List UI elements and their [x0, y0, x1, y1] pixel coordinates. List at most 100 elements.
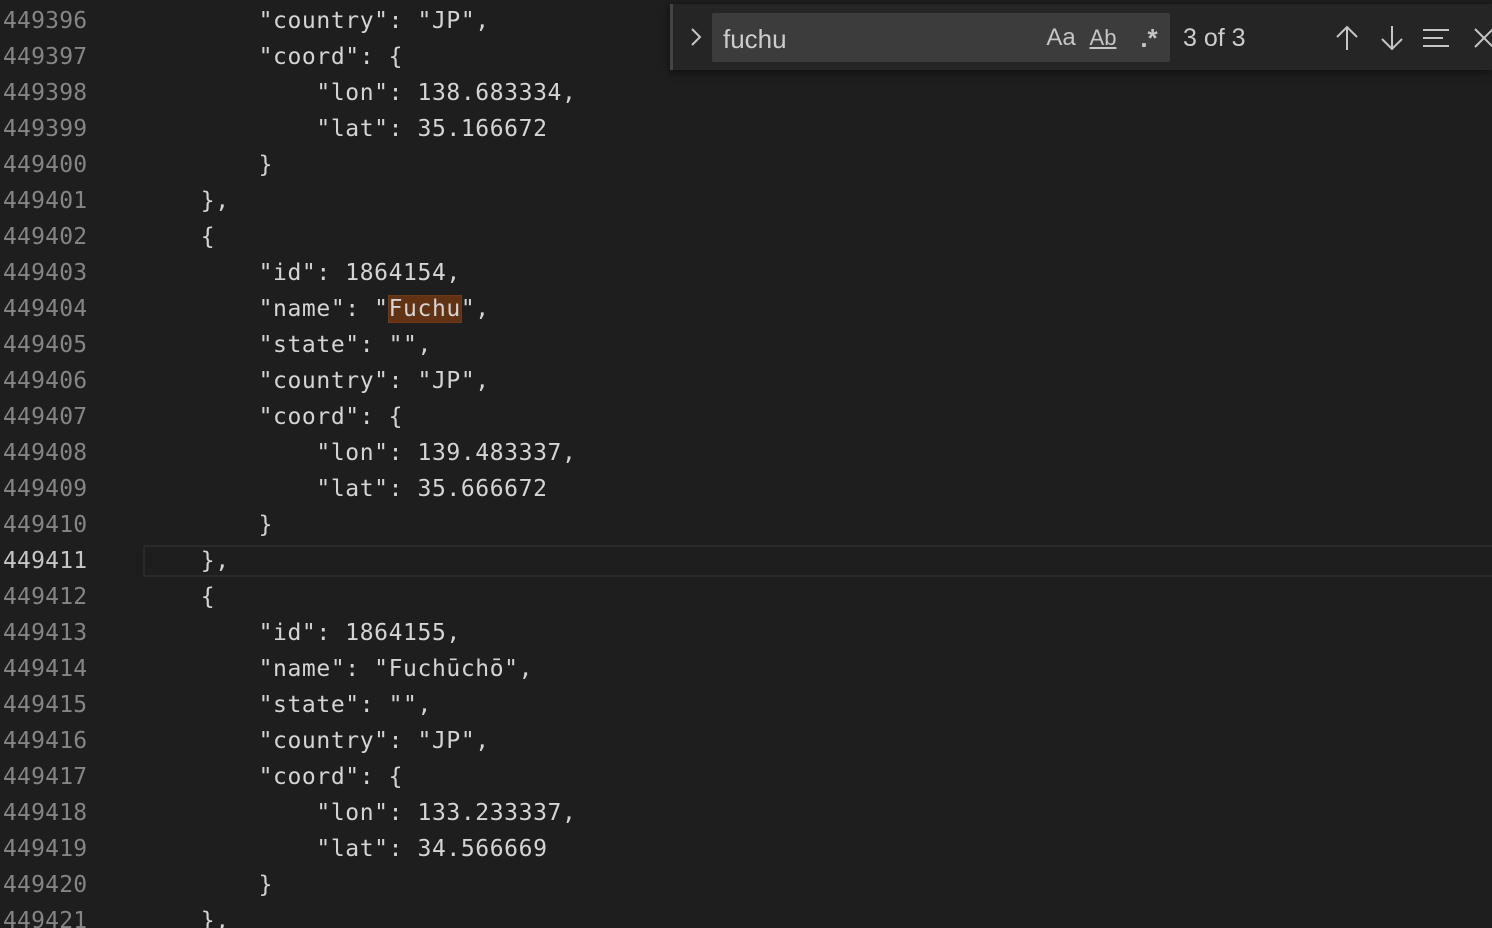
line-text: }	[143, 512, 274, 538]
line-text: "lat": 35.666672	[143, 476, 548, 502]
editor-line[interactable]: 449421 },	[0, 903, 1492, 928]
match-count: 3 of 3	[1183, 24, 1246, 52]
editor-line[interactable]: 449400 }	[0, 147, 1492, 183]
line-number: 449407	[3, 404, 88, 430]
editor-line[interactable]: 449409 "lat": 35.666672	[0, 471, 1492, 507]
line-text: "state": "",	[143, 332, 432, 358]
line-number: 449401	[3, 188, 88, 214]
line-number: 449416	[3, 728, 88, 754]
line-text: "id": 1864154,	[143, 260, 461, 286]
find-input[interactable]: fuchu Aa Ab .*	[712, 13, 1170, 62]
editor-line[interactable]: 449419 "lat": 34.566669	[0, 831, 1492, 867]
line-text: "coord": {	[143, 404, 404, 430]
line-text: "lon": 138.683334,	[143, 80, 577, 106]
regex-icon: .*	[1140, 23, 1158, 53]
line-number: 449419	[3, 836, 88, 862]
match-case-toggle[interactable]: Aa	[1043, 23, 1079, 53]
line-number: 449421	[3, 908, 88, 928]
editor-line[interactable]: 449399 "lat": 35.166672	[0, 111, 1492, 147]
regex-toggle[interactable]: .*	[1131, 23, 1167, 53]
next-match-button[interactable]	[1376, 22, 1408, 54]
line-number: 449398	[3, 80, 88, 106]
arrow-down-icon	[1381, 26, 1403, 51]
close-find-button[interactable]	[1468, 22, 1492, 54]
line-text: "name": "Fuchūchō",	[143, 656, 534, 682]
line-text: "country": "JP",	[143, 8, 490, 34]
line-text-after: ",	[460, 296, 490, 322]
editor-line[interactable]: 449407 "coord": {	[0, 399, 1492, 435]
line-number: 449396	[3, 8, 88, 34]
line-number: 449406	[3, 368, 88, 394]
line-number: 449412	[3, 584, 88, 610]
line-text: }	[143, 872, 274, 898]
editor-line[interactable]: 449415 "state": "",	[0, 687, 1492, 723]
close-icon	[1474, 28, 1492, 48]
line-text: "coord": {	[143, 44, 404, 70]
line-number: 449414	[3, 656, 88, 682]
line-number: 449409	[3, 476, 88, 502]
editor-line[interactable]: 449398 "lon": 138.683334,	[0, 75, 1492, 111]
find-input-value: fuchu	[723, 24, 787, 54]
editor-line[interactable]: 449416 "country": "JP",	[0, 723, 1492, 759]
editor-line[interactable]: 449413 "id": 1864155,	[0, 615, 1492, 651]
editor-line[interactable]: 449408 "lon": 139.483337,	[0, 435, 1492, 471]
line-text: "country": "JP",	[143, 728, 490, 754]
editor-line[interactable]: 449403 "id": 1864154,	[0, 255, 1492, 291]
line-text: }	[143, 152, 274, 178]
line-text: "id": 1864155,	[143, 620, 461, 646]
editor-line[interactable]: 449420 }	[0, 867, 1492, 903]
line-number: 449402	[3, 224, 88, 250]
line-number: 449399	[3, 116, 88, 142]
arrow-up-icon	[1336, 25, 1358, 50]
editor-line[interactable]: 449417 "coord": {	[0, 759, 1492, 795]
line-number: 449397	[3, 44, 88, 70]
line-text: },	[143, 188, 230, 214]
line-text: "country": "JP",	[143, 368, 490, 394]
line-text-before: "name": "	[143, 296, 389, 322]
whole-word-toggle[interactable]: Ab	[1085, 23, 1121, 53]
search-match-highlight: Fuchu	[387, 295, 462, 323]
line-text: "lat": 34.566669	[143, 836, 548, 862]
editor-line[interactable]: 449406 "country": "JP",	[0, 363, 1492, 399]
line-text: },	[143, 548, 230, 574]
editor-line[interactable]: 449414 "name": "Fuchūchō",	[0, 651, 1492, 687]
editor-line[interactable]: 449402 {	[0, 219, 1492, 255]
line-text: "lon": 133.233337,	[143, 800, 577, 826]
editor-line[interactable]: 449401 },	[0, 183, 1492, 219]
editor-line-current[interactable]: 449411 },	[0, 543, 1492, 579]
code-editor[interactable]: 449396 "country": "JP", 449397 "coord": …	[0, 0, 1492, 928]
line-number: 449413	[3, 620, 88, 646]
line-number: 449400	[3, 152, 88, 178]
find-in-selection-button[interactable]	[1421, 22, 1453, 54]
editor-line[interactable]: 449405 "state": "",	[0, 327, 1492, 363]
line-number: 449405	[3, 332, 88, 358]
previous-match-button[interactable]	[1331, 22, 1363, 54]
line-number: 449417	[3, 764, 88, 790]
editor-line[interactable]: 449412 {	[0, 579, 1492, 615]
match-case-icon: Aa	[1046, 24, 1076, 51]
line-text: {	[143, 224, 216, 250]
line-number: 449410	[3, 512, 88, 538]
line-text: "state": "",	[143, 692, 432, 718]
editor-line[interactable]: 449404 "name": "Fuchu",	[0, 291, 1492, 327]
line-number: 449408	[3, 440, 88, 466]
line-number: 449403	[3, 260, 88, 286]
line-text: {	[143, 584, 216, 610]
line-number: 449411	[3, 548, 88, 574]
line-number: 449404	[3, 296, 88, 322]
line-text: "coord": {	[143, 764, 404, 790]
line-number: 449418	[3, 800, 88, 826]
chevron-right-icon	[691, 28, 702, 46]
line-text: "name": "Fuchu",	[143, 291, 490, 327]
find-widget: fuchu Aa Ab .* 3 of 3	[670, 4, 1492, 70]
whole-word-icon: Ab	[1089, 25, 1117, 50]
editor-line[interactable]: 449418 "lon": 133.233337,	[0, 795, 1492, 831]
toggle-replace-button[interactable]	[685, 24, 707, 50]
line-text: "lat": 35.166672	[143, 116, 548, 142]
editor-line[interactable]: 449410 }	[0, 507, 1492, 543]
line-text: "lon": 139.483337,	[143, 440, 577, 466]
line-number: 449415	[3, 692, 88, 718]
line-text: },	[143, 908, 230, 928]
line-number: 449420	[3, 872, 88, 898]
find-in-selection-icon	[1423, 29, 1449, 47]
